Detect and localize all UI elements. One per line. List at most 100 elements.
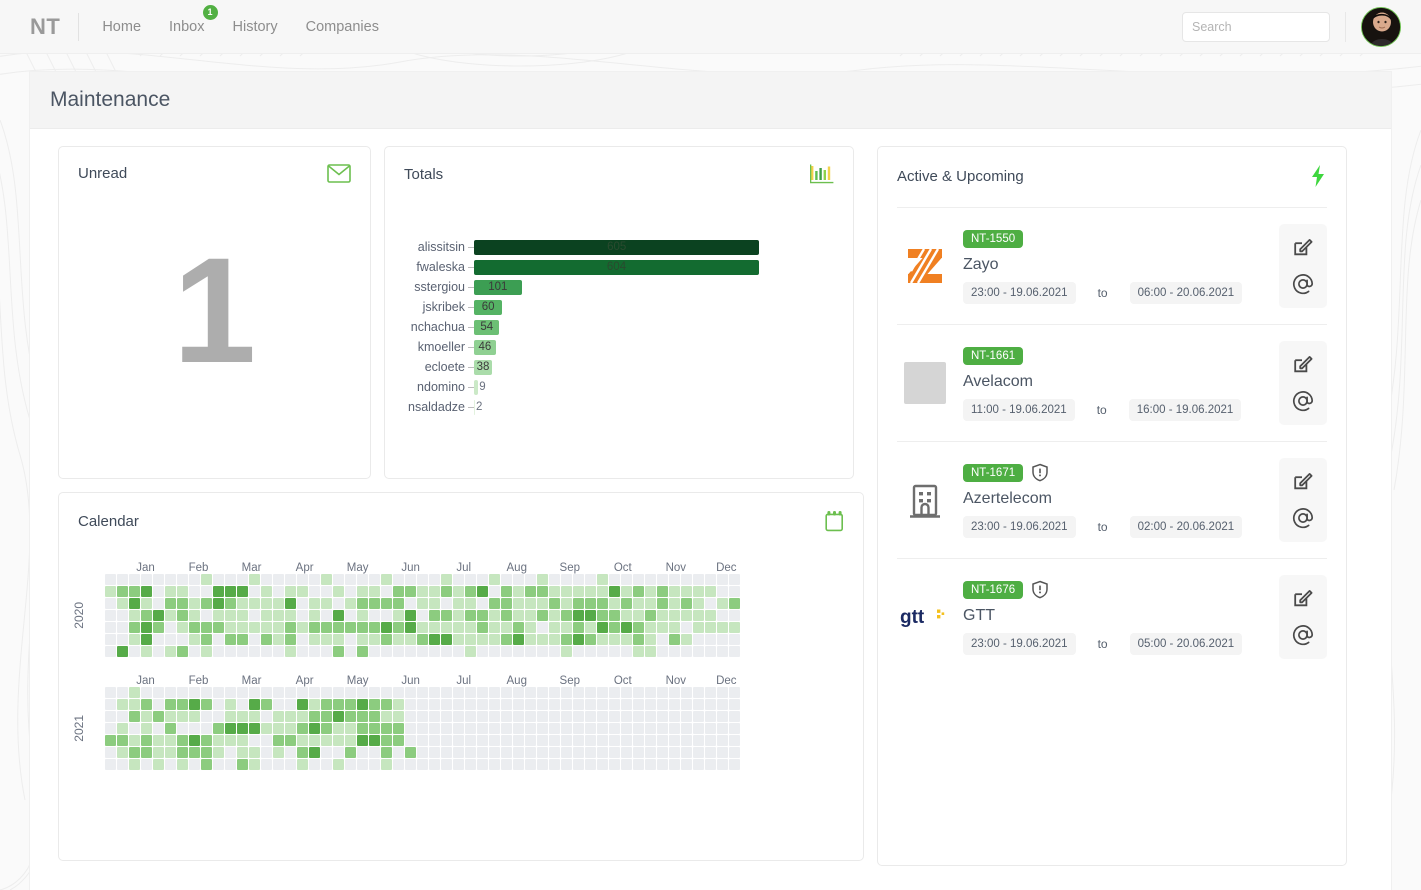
calendar-day-cell[interactable]: [189, 598, 200, 609]
calendar-day-cell[interactable]: [441, 759, 452, 770]
calendar-day-cell[interactable]: [597, 634, 608, 645]
calendar-day-cell[interactable]: [345, 634, 356, 645]
calendar-day-cell[interactable]: [573, 646, 584, 657]
calendar-day-cell[interactable]: [717, 634, 728, 645]
calendar-day-cell[interactable]: [429, 687, 440, 698]
calendar-day-cell[interactable]: [441, 699, 452, 710]
calendar-day-cell[interactable]: [177, 687, 188, 698]
calendar-day-cell[interactable]: [501, 634, 512, 645]
calendar-day-cell[interactable]: [201, 622, 212, 633]
calendar-day-cell[interactable]: [657, 586, 668, 597]
calendar-day-cell[interactable]: [261, 634, 272, 645]
calendar-day-cell[interactable]: [273, 574, 284, 585]
calendar-day-cell[interactable]: [381, 646, 392, 657]
calendar-day-cell[interactable]: [153, 586, 164, 597]
calendar-day-cell[interactable]: [261, 646, 272, 657]
calendar-day-cell[interactable]: [225, 634, 236, 645]
calendar-day-cell[interactable]: [717, 723, 728, 734]
calendar-day-cell[interactable]: [165, 586, 176, 597]
calendar-day-cell[interactable]: [717, 735, 728, 746]
event-row[interactable]: NT-1661Avelacom11:00 - 19.06.2021to16:00…: [897, 324, 1327, 441]
calendar-day-cell[interactable]: [465, 646, 476, 657]
search-input[interactable]: [1182, 12, 1330, 42]
calendar-day-cell[interactable]: [717, 747, 728, 758]
calendar-day-cell[interactable]: [537, 610, 548, 621]
calendar-day-cell[interactable]: [573, 747, 584, 758]
calendar-day-cell[interactable]: [549, 610, 560, 621]
calendar-day-cell[interactable]: [273, 634, 284, 645]
calendar-day-cell[interactable]: [297, 634, 308, 645]
bar[interactable]: [474, 400, 475, 415]
calendar-day-cell[interactable]: [477, 735, 488, 746]
calendar-day-cell[interactable]: [285, 610, 296, 621]
calendar-day-cell[interactable]: [453, 723, 464, 734]
calendar-day-cell[interactable]: [261, 610, 272, 621]
calendar-day-cell[interactable]: [249, 711, 260, 722]
calendar-day-cell[interactable]: [621, 622, 632, 633]
calendar-day-cell[interactable]: [393, 646, 404, 657]
calendar-day-cell[interactable]: [657, 735, 668, 746]
calendar-day-cell[interactable]: [585, 759, 596, 770]
calendar-day-cell[interactable]: [729, 586, 740, 597]
calendar-day-cell[interactable]: [693, 687, 704, 698]
calendar-day-cell[interactable]: [693, 711, 704, 722]
calendar-day-cell[interactable]: [705, 610, 716, 621]
calendar-day-cell[interactable]: [285, 598, 296, 609]
calendar-day-cell[interactable]: [213, 634, 224, 645]
calendar-day-cell[interactable]: [345, 622, 356, 633]
calendar-day-cell[interactable]: [381, 598, 392, 609]
calendar-day-cell[interactable]: [645, 622, 656, 633]
calendar-day-cell[interactable]: [465, 759, 476, 770]
calendar-day-cell[interactable]: [693, 747, 704, 758]
calendar-day-cell[interactable]: [333, 634, 344, 645]
calendar-day-cell[interactable]: [309, 610, 320, 621]
calendar-day-cell[interactable]: [501, 711, 512, 722]
calendar-day-cell[interactable]: [609, 610, 620, 621]
calendar-day-cell[interactable]: [105, 598, 116, 609]
calendar-day-cell[interactable]: [357, 646, 368, 657]
calendar-day-cell[interactable]: [477, 747, 488, 758]
calendar-day-cell[interactable]: [597, 622, 608, 633]
calendar-day-cell[interactable]: [405, 759, 416, 770]
calendar-day-cell[interactable]: [573, 735, 584, 746]
calendar-day-cell[interactable]: [129, 687, 140, 698]
calendar-day-cell[interactable]: [693, 586, 704, 597]
calendar-day-cell[interactable]: [717, 646, 728, 657]
calendar-day-cell[interactable]: [633, 574, 644, 585]
calendar-day-cell[interactable]: [177, 610, 188, 621]
calendar-day-cell[interactable]: [561, 723, 572, 734]
calendar-day-cell[interactable]: [117, 735, 128, 746]
calendar-day-cell[interactable]: [669, 574, 680, 585]
calendar-day-cell[interactable]: [537, 699, 548, 710]
calendar-day-cell[interactable]: [717, 574, 728, 585]
calendar-day-cell[interactable]: [597, 646, 608, 657]
calendar-icon[interactable]: [824, 510, 844, 532]
calendar-day-cell[interactable]: [669, 735, 680, 746]
calendar-day-cell[interactable]: [237, 759, 248, 770]
calendar-day-cell[interactable]: [165, 699, 176, 710]
calendar-day-cell[interactable]: [597, 711, 608, 722]
calendar-day-cell[interactable]: [561, 622, 572, 633]
calendar-day-cell[interactable]: [297, 735, 308, 746]
calendar-day-cell[interactable]: [645, 699, 656, 710]
calendar-day-cell[interactable]: [357, 610, 368, 621]
calendar-day-cell[interactable]: [729, 759, 740, 770]
calendar-day-cell[interactable]: [273, 699, 284, 710]
calendar-day-cell[interactable]: [465, 622, 476, 633]
calendar-day-cell[interactable]: [453, 735, 464, 746]
calendar-day-cell[interactable]: [489, 747, 500, 758]
ticket-badge[interactable]: NT-1550: [963, 230, 1023, 248]
bar[interactable]: 46: [474, 340, 496, 355]
calendar-day-cell[interactable]: [417, 687, 428, 698]
calendar-day-cell[interactable]: [573, 598, 584, 609]
calendar-day-cell[interactable]: [489, 723, 500, 734]
calendar-day-cell[interactable]: [405, 622, 416, 633]
nav-item-companies[interactable]: Companies: [305, 15, 380, 39]
calendar-day-cell[interactable]: [477, 699, 488, 710]
calendar-day-cell[interactable]: [225, 622, 236, 633]
calendar-day-cell[interactable]: [297, 646, 308, 657]
calendar-day-cell[interactable]: [141, 759, 152, 770]
calendar-day-cell[interactable]: [525, 687, 536, 698]
calendar-day-cell[interactable]: [153, 711, 164, 722]
calendar-day-cell[interactable]: [117, 759, 128, 770]
